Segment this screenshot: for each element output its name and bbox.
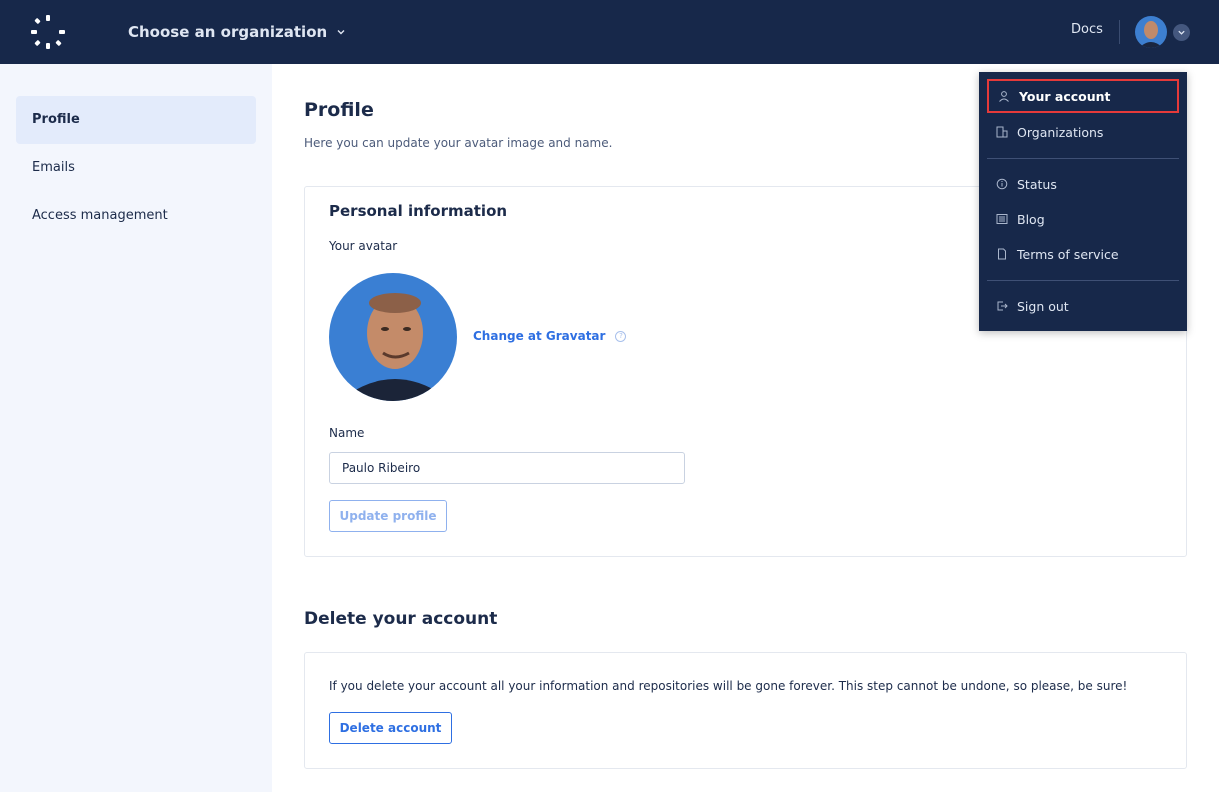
menu-item-organizations[interactable]: Organizations [987, 115, 1179, 149]
card-title: Personal information [329, 202, 508, 220]
top-navbar: Choose an organization Docs [0, 0, 1219, 64]
chevron-down-icon [337, 30, 345, 35]
avatar-image [329, 273, 457, 401]
sidebar-item-access-management[interactable]: Access management [16, 192, 256, 240]
menu-item-status[interactable]: Status [987, 167, 1179, 201]
menu-item-terms-of-service[interactable]: Terms of service [987, 237, 1179, 271]
update-profile-button[interactable]: Update profile [329, 500, 447, 532]
header-divider [1119, 20, 1120, 44]
profile-avatar [329, 273, 457, 401]
document-icon [995, 247, 1009, 261]
user-dropdown-menu: Your account Organizations Status Blog T… [979, 72, 1187, 331]
sidebar-item-profile[interactable]: Profile [16, 96, 256, 144]
avatar-label: Your avatar [329, 239, 398, 253]
newspaper-icon [995, 212, 1009, 226]
delete-account-warning: If you delete your account all your info… [329, 679, 1128, 693]
building-icon [995, 125, 1009, 139]
docs-link[interactable]: Docs [1071, 22, 1103, 37]
menu-divider [987, 280, 1179, 281]
name-label: Name [329, 426, 365, 440]
user-icon [997, 89, 1011, 103]
menu-item-label: Blog [1017, 211, 1045, 227]
menu-item-sign-out[interactable]: Sign out [987, 289, 1179, 323]
sidebar-item-emails[interactable]: Emails [16, 144, 256, 192]
menu-item-blog[interactable]: Blog [987, 202, 1179, 236]
page-subtitle: Here you can update your avatar image an… [304, 136, 613, 150]
organization-chooser[interactable]: Choose an organization [128, 20, 346, 44]
delete-account-card [304, 652, 1187, 769]
help-icon[interactable]: ? [615, 330, 627, 342]
codacy-logo-icon[interactable] [30, 14, 66, 50]
chevron-down-icon [1178, 30, 1185, 35]
page-title: Profile [304, 99, 374, 121]
gravatar-link-label: Change at Gravatar [473, 329, 606, 343]
organization-chooser-label: Choose an organization [128, 23, 328, 41]
user-avatar[interactable] [1135, 16, 1167, 48]
sign-out-icon [995, 299, 1009, 313]
change-at-gravatar-link[interactable]: Change at Gravatar ? [473, 329, 627, 343]
menu-item-label: Organizations [1017, 124, 1104, 140]
menu-item-label: Sign out [1017, 298, 1069, 314]
delete-account-title: Delete your account [304, 609, 498, 629]
name-input[interactable] [329, 452, 685, 484]
info-icon [995, 177, 1009, 191]
menu-item-your-account[interactable]: Your account [987, 79, 1179, 113]
menu-item-label: Terms of service [1017, 246, 1119, 262]
delete-account-button[interactable]: Delete account [329, 712, 452, 744]
menu-divider [987, 158, 1179, 159]
sidebar: Profile Emails Access management [0, 64, 272, 792]
menu-item-label: Status [1017, 176, 1057, 192]
avatar-image [1135, 16, 1167, 48]
menu-item-label: Your account [1019, 88, 1111, 104]
user-menu-toggle[interactable] [1173, 24, 1190, 41]
